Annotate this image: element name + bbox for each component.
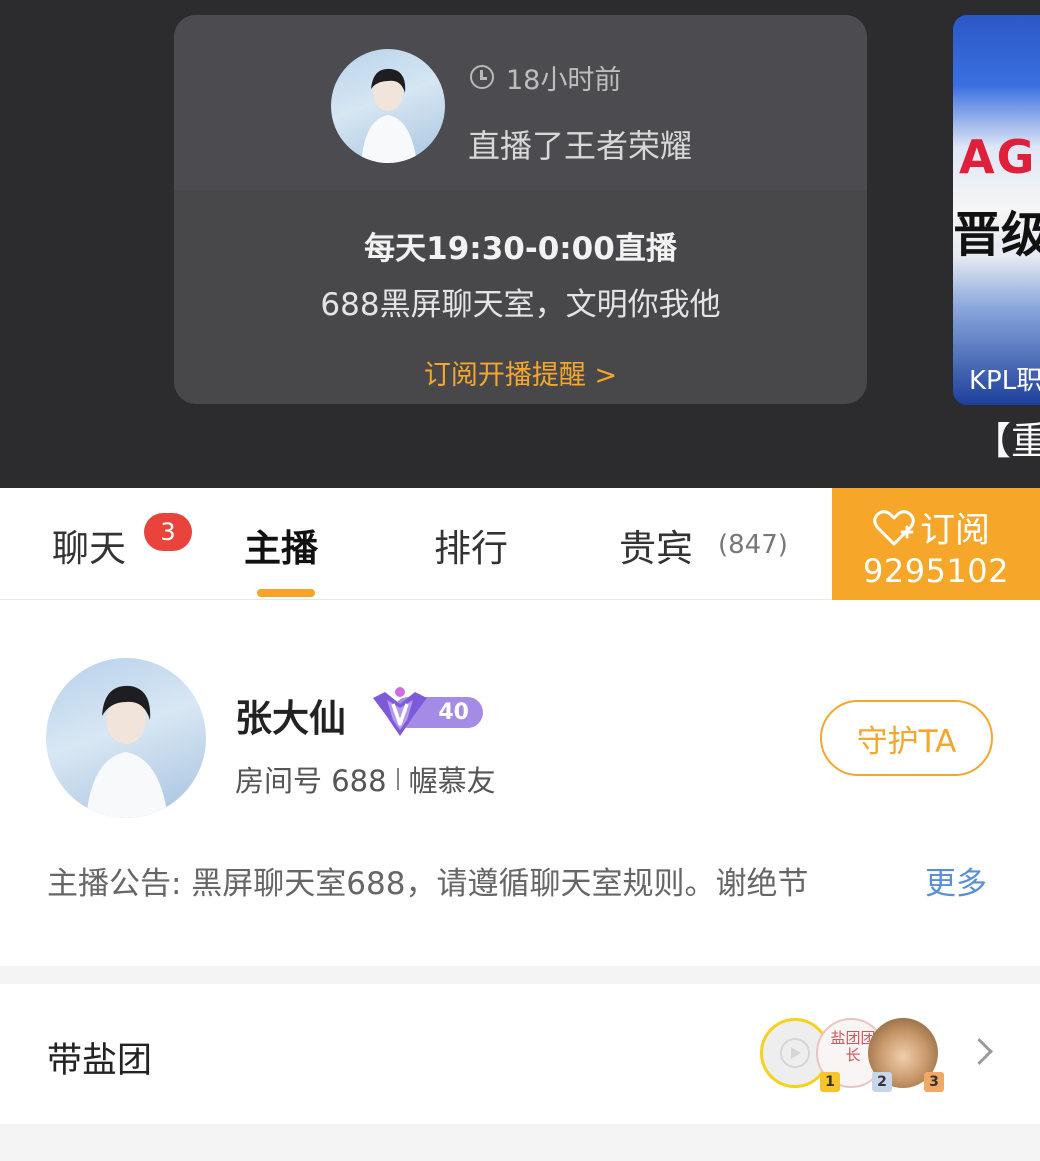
- subscribe-label: 订阅: [920, 511, 991, 551]
- person-silhouette-icon: [86, 685, 168, 818]
- live-record-card[interactable]: 18小时前 直播了王者荣耀 每天19:30-0:00直播 688黑屏聊天室，文明…: [174, 15, 867, 404]
- host-avatar-small[interactable]: [331, 49, 445, 163]
- thumbnail-text: 晋级: [953, 207, 1040, 263]
- divider: [396, 768, 399, 790]
- notice-more-link[interactable]: 更多: [925, 858, 987, 903]
- room-info: 房间号 688 幄慕友: [235, 758, 496, 800]
- vip-count: (847): [718, 530, 788, 560]
- time-ago: 18小时前: [506, 64, 622, 96]
- tab-chat[interactable]: 聊天: [52, 518, 126, 572]
- rank-tag: 2: [872, 1072, 892, 1092]
- heart-plus-icon: [873, 509, 915, 545]
- replay-section: 18小时前 直播了王者荣耀 每天19:30-0:00直播 688黑屏聊天室，文明…: [0, 0, 1040, 488]
- subscriber-count: 9295102: [862, 552, 1009, 590]
- subscribe-row: 订阅: [872, 502, 990, 553]
- thumbnail-text: KPL职: [969, 366, 1040, 396]
- video-caption[interactable]: 【重描: [973, 410, 1040, 465]
- clock-icon: [470, 65, 494, 89]
- live-action-text: 直播了王者荣耀: [468, 127, 693, 165]
- time-ago-row: 18小时前: [470, 57, 621, 97]
- level-gem-icon: [373, 687, 427, 736]
- tab-rank[interactable]: 排行: [434, 518, 508, 572]
- host-name: 张大仙: [235, 697, 346, 740]
- room-number: 房间号 688: [235, 764, 387, 798]
- thumbnail-text: AG: [959, 130, 1037, 184]
- fan-group-row[interactable]: 带盐团 盐团团长 1 2 3: [0, 984, 1040, 1124]
- host-avatar[interactable]: [46, 658, 206, 818]
- chat-unread-badge: 3: [144, 513, 192, 551]
- host-notice: 主播公告: 黑屏聊天室688，请遵循聊天室规则。谢绝节: [47, 866, 809, 902]
- rank-tag: 1: [820, 1072, 840, 1092]
- room-description: 688黑屏聊天室，文明你我他: [320, 287, 721, 323]
- fan-club-name: 幄慕友: [408, 764, 496, 798]
- live-schedule: 每天19:30-0:00直播: [364, 231, 677, 267]
- subscribe-reminder-link[interactable]: 订阅开播提醒 >: [174, 353, 867, 392]
- chevron-right-icon: [966, 1038, 993, 1065]
- person-silhouette-icon: [361, 68, 417, 163]
- active-tab-indicator: [257, 589, 315, 597]
- tab-vip[interactable]: 贵宾: [619, 518, 693, 572]
- video-thumbnail[interactable]: AG 晋级 KPL职: [953, 15, 1040, 405]
- fan-group-label: 带盐团: [47, 1041, 153, 1081]
- subscribe-button[interactable]: 订阅 9295102: [832, 488, 1040, 600]
- level-badge: 40: [369, 684, 484, 738]
- guard-button[interactable]: 守护TA: [820, 700, 993, 776]
- host-info-panel: 张大仙 40 房间号 688 幄慕友 守护TA 主播公告: 黑屏聊天室688，请…: [0, 600, 1040, 966]
- rank-tag: 3: [924, 1072, 944, 1092]
- tab-host[interactable]: 主播: [244, 518, 318, 572]
